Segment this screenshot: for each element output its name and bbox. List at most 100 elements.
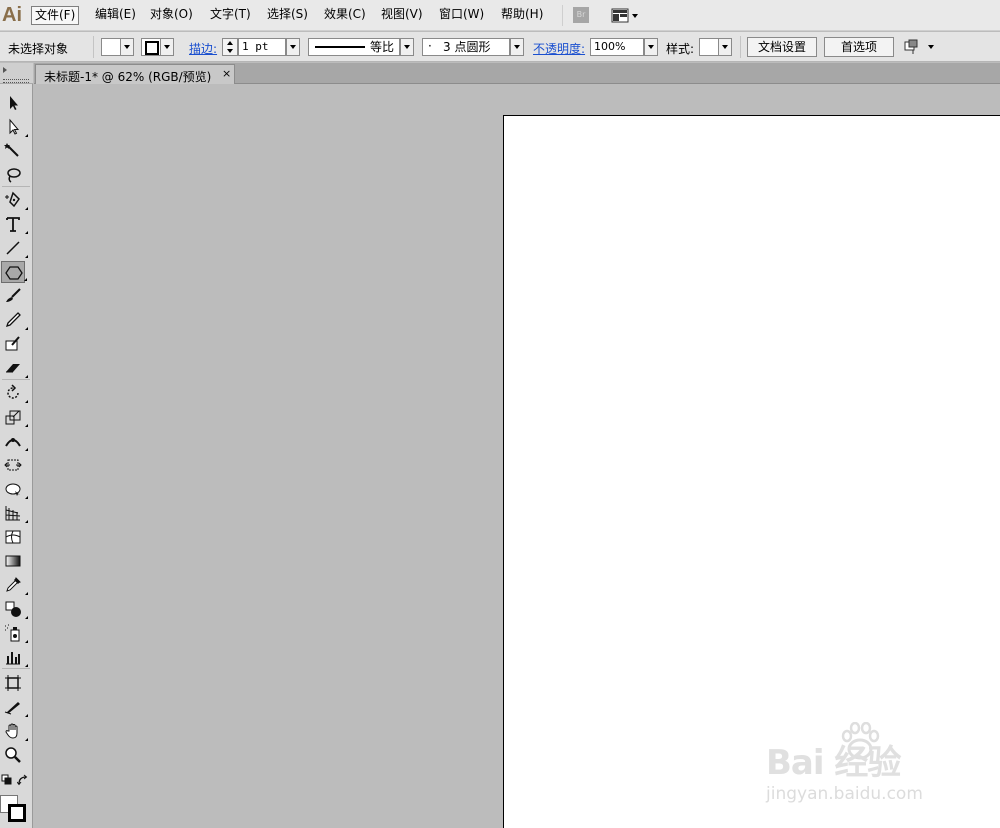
column-graph-tool[interactable]	[1, 646, 28, 668]
default-fill-stroke-icon[interactable]	[1, 774, 13, 786]
slice-tool[interactable]	[1, 696, 28, 718]
canvas-area[interactable]	[34, 85, 1000, 828]
stroke-indicator[interactable]	[8, 804, 26, 822]
artboard[interactable]	[503, 115, 1000, 828]
fill-color-swatch[interactable]	[101, 38, 121, 56]
menu-view[interactable]: 视图(V)	[378, 6, 426, 25]
graphic-style-swatch[interactable]	[699, 38, 719, 56]
variable-width-profile[interactable]: 等比	[308, 38, 400, 56]
tools-divider	[2, 379, 30, 380]
menu-edit[interactable]: 编辑(E)	[92, 6, 139, 25]
zoom-tool[interactable]	[1, 744, 25, 766]
document-tab[interactable]: 未标题-1* @ 62% (RGB/预览) ×	[35, 64, 235, 84]
width-icon	[5, 438, 21, 447]
tools-panel	[0, 63, 33, 828]
document-tab-title: 未标题-1* @ 62% (RGB/预览)	[44, 70, 212, 84]
stroke-color-dropdown[interactable]	[160, 38, 174, 56]
menu-type[interactable]: 文字(T)	[207, 6, 254, 25]
pen-tool[interactable]	[1, 189, 28, 211]
bridge-icon[interactable]: Br	[573, 7, 589, 23]
mesh-icon	[5, 530, 21, 544]
magic-wand-tool[interactable]	[1, 140, 25, 162]
menu-help[interactable]: 帮助(H)	[498, 6, 546, 25]
shape-builder-tool[interactable]	[1, 478, 28, 500]
preferences-button[interactable]: 首选项	[824, 37, 894, 57]
opacity-panel-link[interactable]: 不透明度:	[533, 40, 585, 57]
eraser-icon	[6, 364, 20, 373]
blob-brush-tool[interactable]	[1, 333, 25, 355]
free-transform-tool[interactable]	[1, 454, 25, 476]
stroke-profile-label: 等比	[370, 40, 395, 54]
stroke-weight-input[interactable]: 1 pt	[238, 38, 286, 56]
line-icon	[6, 241, 20, 255]
brush-dot-icon: ·	[428, 39, 432, 53]
document-setup-button[interactable]: 文档设置	[747, 37, 817, 57]
eraser-tool[interactable]	[1, 357, 28, 379]
rotate-icon	[7, 384, 19, 399]
pencil-tool[interactable]	[1, 309, 28, 331]
width-tool[interactable]	[1, 430, 28, 452]
graphic-style-dropdown[interactable]	[718, 38, 732, 56]
column-graph-icon	[6, 652, 20, 665]
shape-builder-icon	[5, 483, 21, 496]
blend-icon	[5, 601, 21, 617]
stroke-profile-dropdown[interactable]	[400, 38, 414, 56]
blend-tool[interactable]	[1, 598, 28, 620]
selection-tool[interactable]	[1, 92, 25, 114]
stroke-weight-dropdown[interactable]	[286, 38, 300, 56]
workspace-switcher-icon[interactable]	[609, 6, 643, 25]
tools-panel-grip[interactable]	[0, 63, 33, 84]
symbol-sprayer-tool[interactable]	[1, 622, 28, 644]
opacity-input[interactable]: 100%	[590, 38, 644, 56]
scale-icon	[5, 410, 21, 425]
tools-divider	[2, 668, 30, 669]
stroke-color-swatch[interactable]	[141, 38, 161, 56]
perspective-grid-tool[interactable]	[1, 502, 28, 524]
brush-label: 3 点圆形	[443, 40, 491, 54]
swap-fill-stroke-icon[interactable]	[16, 774, 29, 786]
pen-icon	[5, 191, 20, 208]
free-transform-icon	[4, 459, 22, 471]
gradient-icon	[5, 555, 21, 567]
brush-definition[interactable]: · 3 点圆形	[422, 38, 510, 56]
direct-selection-tool[interactable]	[1, 116, 28, 138]
lasso-icon	[7, 168, 21, 183]
control-divider	[740, 36, 741, 58]
selection-arrow-icon	[10, 96, 18, 110]
menu-window[interactable]: 窗口(W)	[436, 6, 487, 25]
app-logo: Ai	[2, 4, 22, 26]
brush-dropdown[interactable]	[510, 38, 524, 56]
perspective-grid-icon	[5, 506, 21, 521]
polygon-tool[interactable]	[1, 261, 27, 283]
stroke-weight-stepper[interactable]	[222, 38, 238, 56]
control-divider	[93, 36, 94, 58]
lasso-tool[interactable]	[1, 164, 25, 186]
mesh-tool[interactable]	[1, 526, 25, 548]
menu-object[interactable]: 对象(O)	[147, 6, 196, 25]
hand-tool[interactable]	[1, 720, 28, 742]
type-tool[interactable]	[1, 213, 28, 235]
selection-status: 未选择对象	[8, 42, 69, 56]
scale-tool[interactable]	[1, 406, 28, 428]
opacity-dropdown[interactable]	[644, 38, 658, 56]
menu-select[interactable]: 选择(S)	[264, 6, 311, 25]
arrange-documents-icon[interactable]	[903, 39, 937, 55]
fill-dropdown[interactable]	[120, 38, 134, 56]
stroke-panel-link[interactable]: 描边:	[189, 40, 217, 57]
menu-effect[interactable]: 效果(C)	[321, 6, 369, 25]
eyedropper-tool[interactable]	[1, 574, 28, 596]
style-label: 样式:	[666, 42, 695, 56]
zoom-icon	[5, 747, 21, 763]
eyedropper-icon	[6, 577, 21, 592]
gradient-tool[interactable]	[1, 550, 25, 572]
artboard-tool[interactable]	[1, 672, 25, 694]
line-segment-tool[interactable]	[1, 237, 28, 259]
control-bar: 未选择对象 描边: 1 pt 等比 · 3 点圆形 不透明度: 100% 样式:…	[0, 32, 1000, 62]
paintbrush-tool[interactable]	[1, 285, 25, 307]
menu-file[interactable]: 文件(F)	[31, 6, 80, 25]
magic-wand-icon	[4, 143, 19, 157]
slice-icon	[4, 702, 20, 715]
rotate-tool[interactable]	[1, 382, 28, 404]
close-icon[interactable]: ×	[222, 67, 231, 80]
direct-selection-icon	[9, 118, 20, 135]
